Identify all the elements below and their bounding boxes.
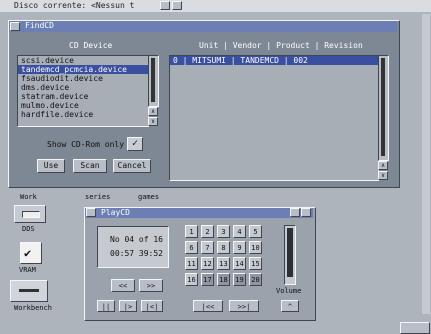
- findcd-title: FindCD: [25, 21, 54, 30]
- disk-label-workbench: Workbench: [14, 304, 52, 312]
- device-item[interactable]: hardfile.device: [18, 110, 148, 119]
- track-button[interactable]: 2: [201, 225, 214, 238]
- track-button-disabled: 20: [249, 273, 262, 286]
- device-item[interactable]: scsi.device: [18, 56, 148, 65]
- track-button[interactable]: 6: [185, 241, 198, 254]
- checkmark-icon: ✔: [24, 246, 32, 260]
- eject-button[interactable]: ^: [281, 300, 299, 312]
- volume-slider[interactable]: [284, 225, 296, 285]
- disk-label-vram: VRAM: [19, 266, 36, 274]
- track-button[interactable]: 16: [185, 273, 198, 286]
- device-item-selected[interactable]: tandemcd_pcmcia.device: [18, 65, 148, 74]
- show-cdrom-only-checkbox[interactable]: ✓: [127, 137, 143, 151]
- device-list[interactable]: scsi.device tandemcd_pcmcia.device fsaud…: [17, 55, 149, 127]
- workbench-disk-icon[interactable]: [10, 280, 48, 302]
- track-button[interactable]: 7: [201, 241, 214, 254]
- disk-icon-dds[interactable]: [14, 205, 46, 223]
- findcd-title-bar[interactable]: FindCD: [9, 21, 397, 32]
- screen-title-bar: Disco corrente: <Nessun t: [0, 0, 431, 12]
- track-button[interactable]: 4: [233, 225, 246, 238]
- desktop-label-work: Work: [20, 193, 37, 201]
- track-grid: 1 2 3 4 5 6 7 8 9 10 11 12 13 14 15 16 1…: [185, 225, 275, 299]
- disk-label-dds: DDS: [22, 225, 35, 233]
- results-scrollbar[interactable]: [378, 55, 389, 161]
- track-button[interactable]: 8: [217, 241, 230, 254]
- fast-forward-button[interactable]: >>: [139, 279, 163, 292]
- desktop-label-series: series: [85, 193, 111, 201]
- device-list-scrollbar[interactable]: [148, 55, 159, 107]
- desktop-corner-gadget[interactable]: [400, 322, 430, 334]
- track-button-disabled: 17: [201, 273, 214, 286]
- time-display: 00:57 39:52: [110, 249, 163, 258]
- track-button[interactable]: 3: [217, 225, 230, 238]
- volume-knob[interactable]: [287, 228, 293, 277]
- track-button[interactable]: 10: [249, 241, 262, 254]
- device-item[interactable]: statram.device: [18, 92, 148, 101]
- scroll-knob[interactable]: [151, 58, 155, 102]
- info-header: Unit | Vendor | Product | Revision: [199, 41, 363, 50]
- track-button[interactable]: 11: [185, 257, 198, 270]
- close-icon[interactable]: [86, 208, 96, 217]
- playcd-title-bar[interactable]: PlayCD: [85, 208, 313, 218]
- track-display: No 04 of 16: [110, 235, 163, 244]
- playcd-window: PlayCD No 04 of 16 00:57 39:52 1 2 3 4 5…: [84, 207, 316, 321]
- track-button[interactable]: 5: [249, 225, 262, 238]
- previous-track-button[interactable]: |<<: [193, 300, 223, 312]
- scroll-knob[interactable]: [381, 58, 385, 156]
- cancel-button[interactable]: Cancel: [113, 159, 151, 173]
- ram-disk-icon[interactable]: ✔: [20, 242, 42, 264]
- scroll-up-arrow-icon[interactable]: ∧: [148, 107, 158, 116]
- screen-depth-gadget[interactable]: [160, 1, 170, 10]
- track-button[interactable]: 12: [201, 257, 214, 270]
- scan-button[interactable]: Scan: [73, 159, 107, 173]
- playcd-title: PlayCD: [101, 208, 130, 217]
- zoom-icon[interactable]: [290, 208, 300, 217]
- show-cdrom-only-label: Show CD-Rom only: [47, 140, 125, 149]
- disk-drive-icon: [19, 289, 39, 292]
- track-button[interactable]: 9: [233, 241, 246, 254]
- track-time-display: No 04 of 16 00:57 39:52: [97, 226, 169, 268]
- scroll-down-arrow-icon[interactable]: ∨: [378, 171, 388, 180]
- close-icon[interactable]: [10, 22, 20, 31]
- disk-slot-icon: [22, 211, 40, 218]
- desktop-scrollbar-right[interactable]: [422, 14, 430, 314]
- stop-button[interactable]: |<|: [141, 300, 163, 312]
- device-item[interactable]: dms.device: [18, 83, 148, 92]
- rewind-button[interactable]: <<: [111, 279, 135, 292]
- next-track-button[interactable]: >>|: [229, 300, 259, 312]
- track-button[interactable]: 1: [185, 225, 198, 238]
- device-item[interactable]: fsaudiodit.device: [18, 74, 148, 83]
- play-button[interactable]: |>: [119, 300, 137, 312]
- result-row[interactable]: 0 | MITSUMI | TANDEMCD | 002: [170, 56, 378, 65]
- use-button[interactable]: Use: [37, 159, 65, 173]
- findcd-window: FindCD CD Device Unit | Vendor | Product…: [8, 20, 400, 188]
- track-button[interactable]: 15: [249, 257, 262, 270]
- track-button[interactable]: 13: [217, 257, 230, 270]
- screen-title: Disco corrente: <Nessun t: [14, 1, 135, 10]
- volume-label: Volume: [276, 287, 302, 295]
- device-header: CD Device: [69, 41, 113, 50]
- scroll-up-arrow-icon[interactable]: ∧: [378, 161, 388, 170]
- track-button-disabled: 18: [217, 273, 230, 286]
- track-button[interactable]: 14: [233, 257, 246, 270]
- scroll-down-arrow-icon[interactable]: ∨: [148, 117, 158, 126]
- results-list[interactable]: 0 | MITSUMI | TANDEMCD | 002: [169, 55, 379, 181]
- device-item[interactable]: mulmo.device: [18, 101, 148, 110]
- depth-icon[interactable]: [301, 208, 311, 217]
- pause-button[interactable]: ||: [97, 300, 115, 312]
- track-button-disabled: 19: [233, 273, 246, 286]
- desktop-label-games: games: [138, 193, 160, 201]
- screen-depth-gadget-2[interactable]: [172, 1, 182, 10]
